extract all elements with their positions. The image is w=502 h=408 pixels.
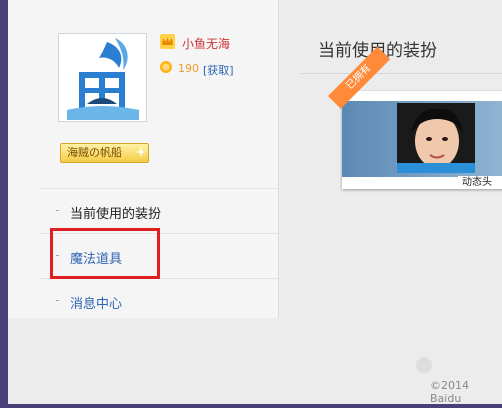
crown-icon bbox=[160, 34, 175, 49]
coin-icon bbox=[160, 61, 172, 73]
sidebar-item-message-center[interactable]: 消息中心 bbox=[40, 278, 278, 323]
card-caption: 动态头 bbox=[458, 176, 502, 189]
sidebar-item-current-outfit[interactable]: 当前使用的装扮 bbox=[40, 188, 278, 233]
title-divider bbox=[300, 73, 502, 74]
page-frame: 小鱼无海 190 [获取] 海贼の帆船 当前使用的装扮 魔法道具 消息中心 动态… bbox=[8, 0, 502, 405]
outfit-card[interactable]: 动态头 bbox=[342, 91, 502, 189]
avatar[interactable] bbox=[58, 33, 147, 122]
sparkle-icon bbox=[136, 146, 146, 158]
avatar-photo bbox=[397, 103, 475, 173]
badge-label: 海贼の帆船 bbox=[67, 146, 122, 159]
coin-count: 190 bbox=[178, 62, 199, 75]
pirate-ship-badge[interactable]: 海贼の帆船 bbox=[60, 143, 149, 163]
copyright-text: ©2014 Baidu bbox=[430, 379, 469, 405]
sidebar-item-label: 消息中心 bbox=[70, 297, 123, 312]
bullet-icon bbox=[56, 210, 59, 211]
baidu-watermark-icon bbox=[416, 357, 432, 373]
username-link[interactable]: 小鱼无海 bbox=[182, 35, 230, 52]
logo-icon bbox=[67, 38, 139, 120]
sidebar-item-label: 当前使用的装扮 bbox=[70, 207, 162, 222]
bottom-border bbox=[0, 404, 502, 408]
get-coins-link[interactable]: [获取] bbox=[203, 62, 234, 78]
bullet-icon bbox=[56, 300, 59, 301]
highlight-box bbox=[50, 228, 160, 279]
